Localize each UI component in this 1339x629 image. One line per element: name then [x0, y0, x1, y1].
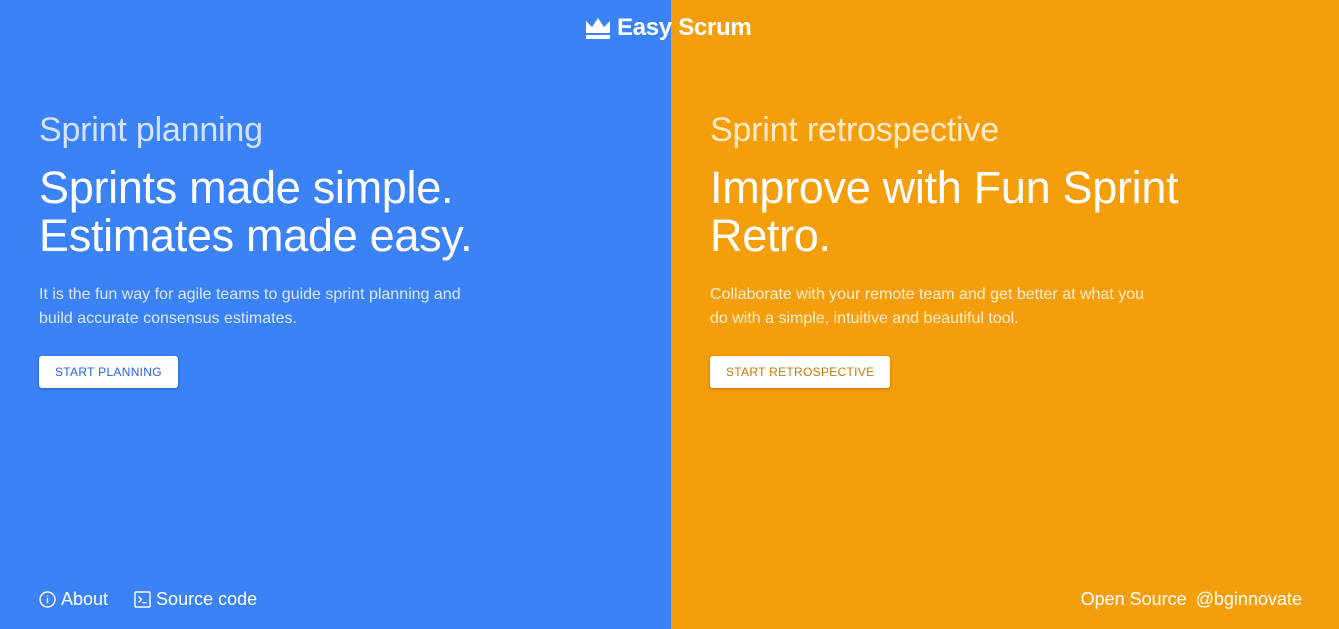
source-code-label: Source code — [156, 589, 258, 609]
planning-description-line2: build accurate consensus estimates. — [39, 310, 297, 327]
start-retrospective-button[interactable]: START RETROSPECTIVE — [710, 356, 891, 388]
crown-icon — [585, 16, 611, 40]
planning-headline-line1: Sprints made simple. — [39, 162, 454, 213]
retro-description-line1: Collaborate with your remote team and ge… — [710, 286, 1145, 303]
brand-logo[interactable]: Easy Scrum — [585, 14, 752, 42]
start-planning-button[interactable]: START PLANNING — [39, 356, 178, 388]
planning-headline-line2: Estimates made easy. — [39, 210, 473, 261]
footer-left-links: About Source code — [39, 589, 257, 610]
planning-headline: Sprints made simple. Estimates made easy… — [39, 164, 671, 260]
info-icon — [39, 591, 56, 608]
retro-headline-line2: Retro. — [710, 210, 831, 261]
open-source-link[interactable]: Open Source — [1081, 589, 1187, 610]
retro-description-line2: do with a simple, intuitive and beautifu… — [710, 310, 1019, 327]
source-code-link[interactable]: Source code — [134, 589, 257, 610]
retro-eyebrow: Sprint retrospective — [710, 111, 999, 149]
planning-description-line1: It is the fun way for agile teams to gui… — [39, 286, 461, 303]
planning-description: It is the fun way for agile teams to gui… — [39, 283, 479, 331]
bginnovate-link[interactable]: @bginnovate — [1196, 589, 1302, 610]
retro-headline-line1: Improve with Fun Sprint — [710, 162, 1179, 213]
brand-name: Easy Scrum — [617, 14, 752, 41]
terminal-icon — [134, 591, 151, 608]
retro-description: Collaborate with your remote team and ge… — [710, 283, 1150, 331]
planning-eyebrow: Sprint planning — [39, 111, 263, 149]
sprint-planning-panel: Sprint planning Sprints made simple. Est… — [0, 0, 671, 629]
landing-page: Easy Scrum Sprint planning Sprints made … — [0, 0, 1339, 629]
retro-headline: Improve with Fun Sprint Retro. — [710, 164, 1339, 260]
about-link[interactable]: About — [39, 589, 108, 610]
sprint-retrospective-panel: Sprint retrospective Improve with Fun Sp… — [671, 0, 1339, 629]
about-label: About — [61, 589, 109, 609]
footer-right-links: Open Source @bginnovate — [1081, 589, 1302, 610]
